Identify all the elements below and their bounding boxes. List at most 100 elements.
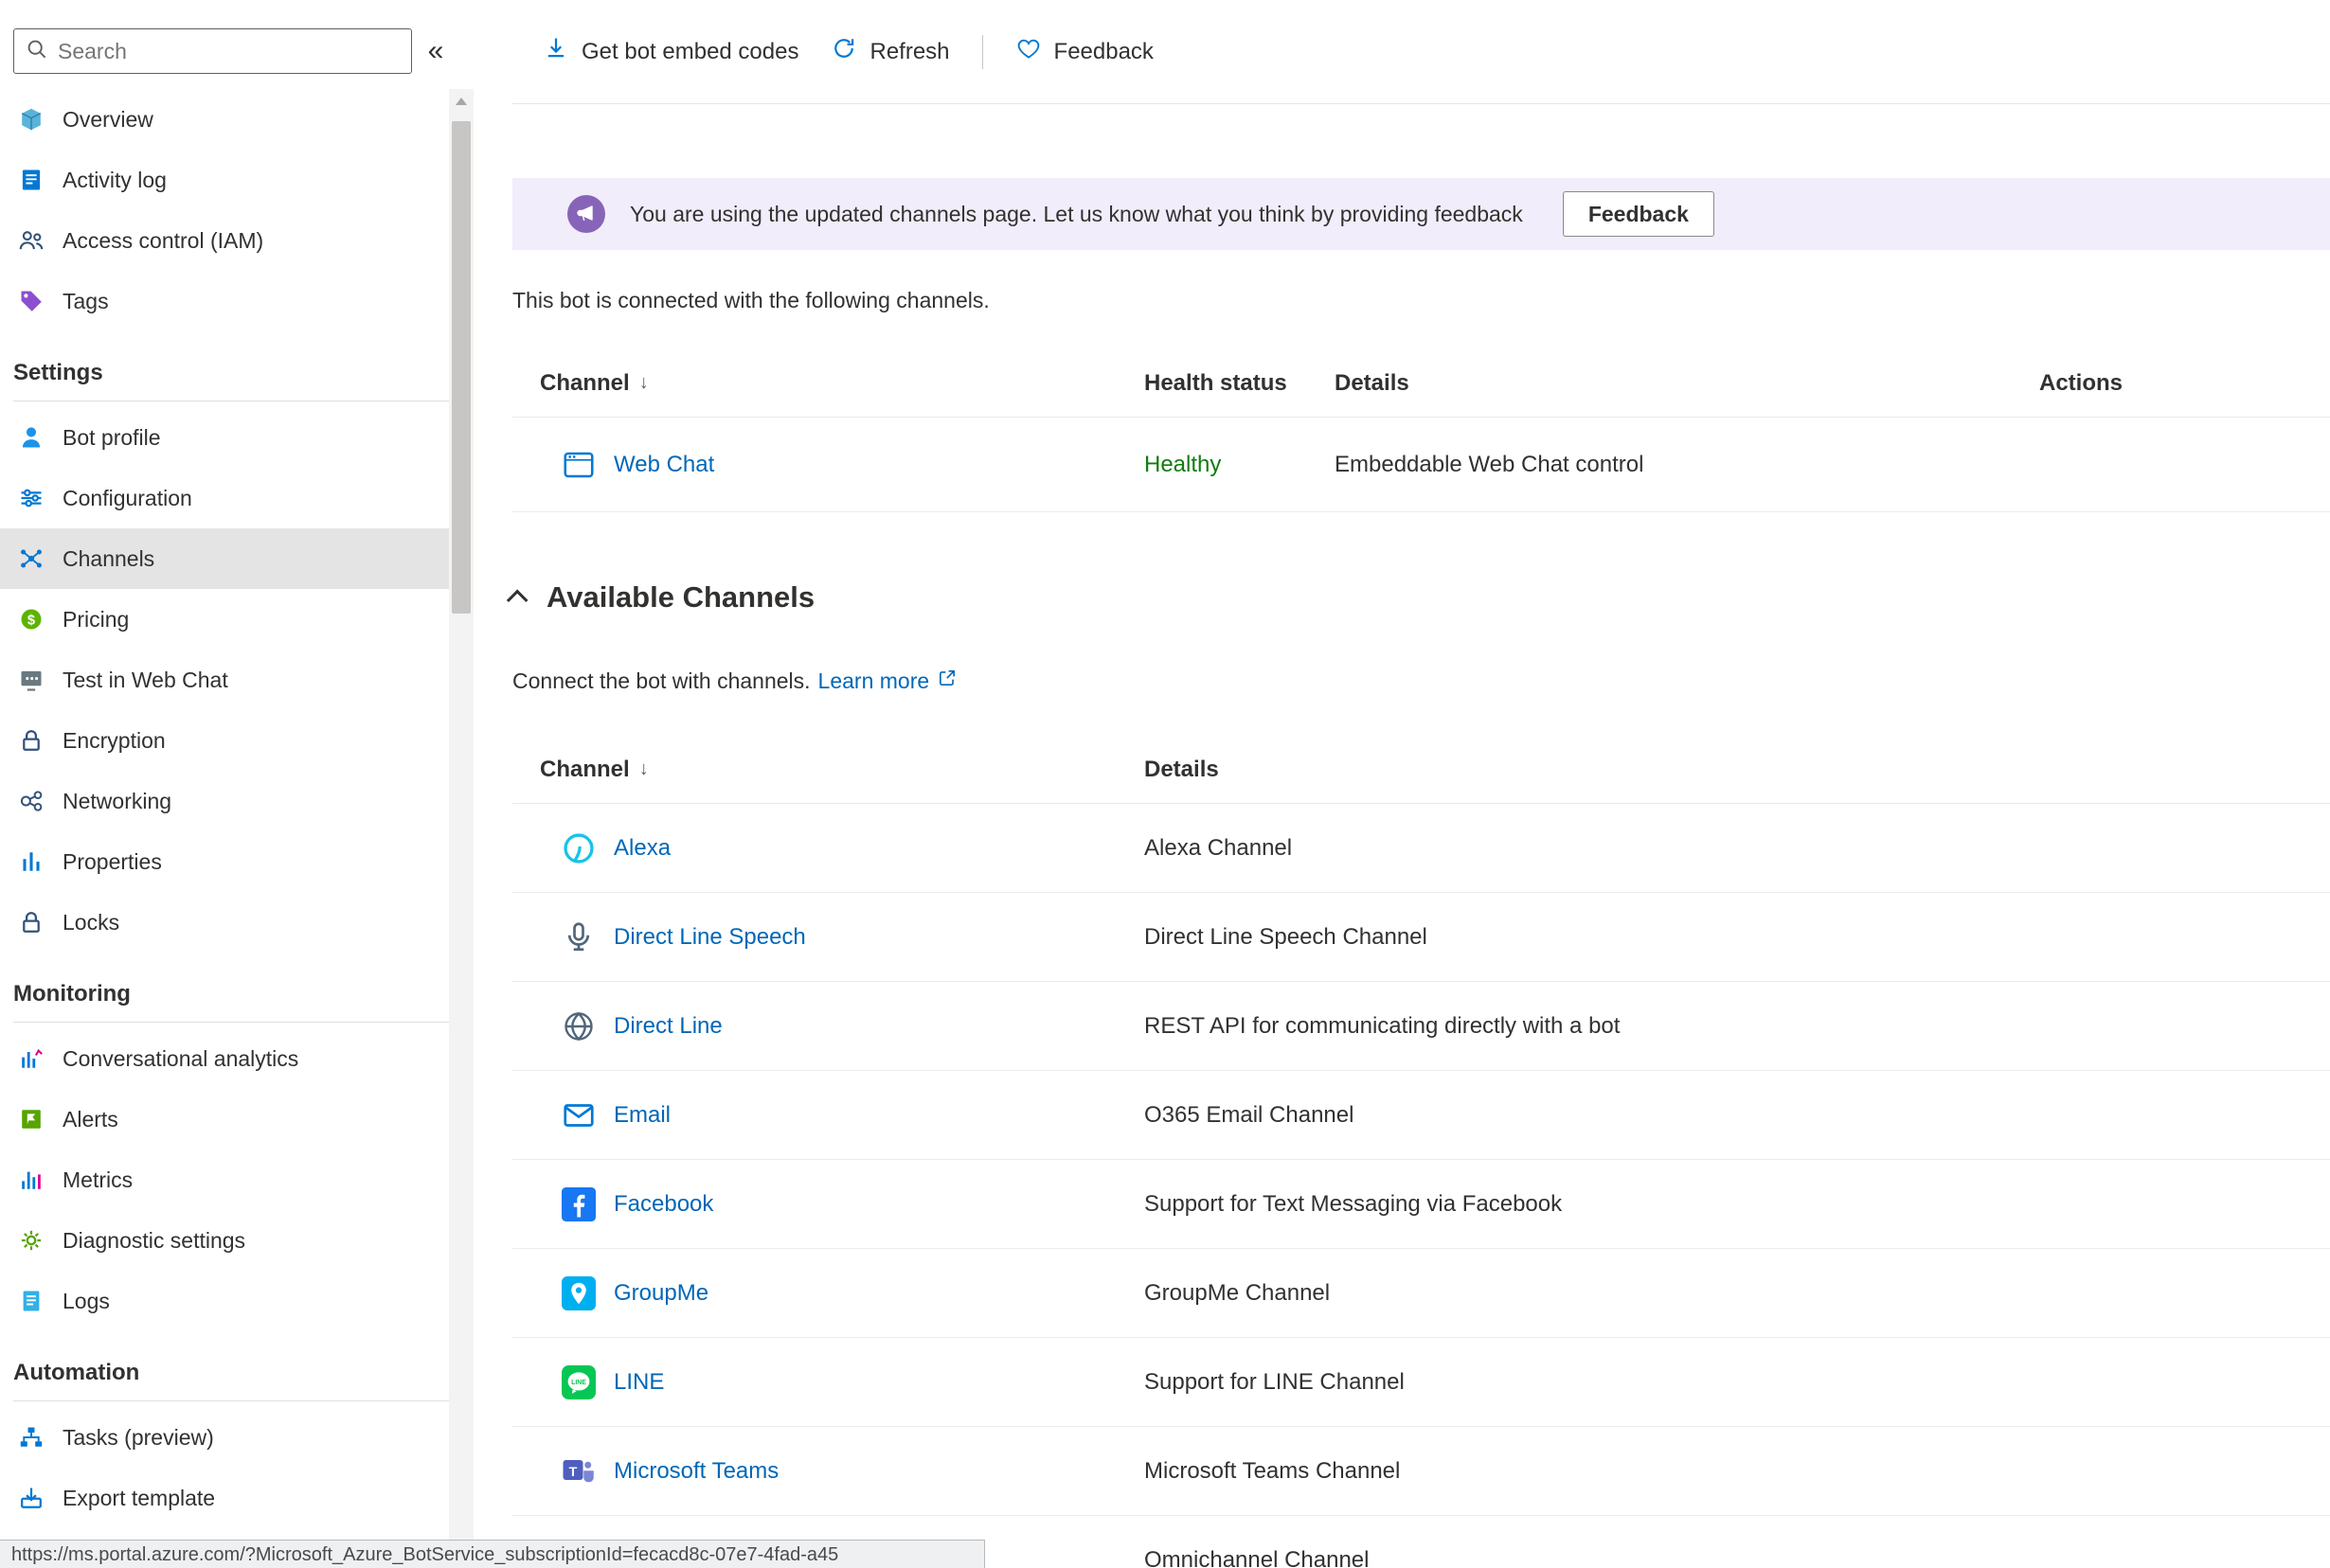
sidebar-item-tasks[interactable]: Tasks (preview) xyxy=(0,1407,451,1468)
connected-channels-table: Channel ↓ Health status Details Actions … xyxy=(512,349,2330,512)
table-row[interactable]: Direct Line REST API for communicating d… xyxy=(512,982,2330,1071)
sidebar-item-activity-log[interactable]: Activity log xyxy=(0,150,451,210)
sidebar-section-automation: Automation xyxy=(13,1360,451,1401)
channel-column-header[interactable]: Channel ↓ xyxy=(512,757,1144,783)
groupme-link[interactable]: GroupMe xyxy=(614,1280,708,1307)
sidebar-item-pricing[interactable]: $ Pricing xyxy=(0,589,451,650)
table-row[interactable]: T Microsoft Teams Microsoft Teams Channe… xyxy=(512,1427,2330,1516)
details-column-header[interactable]: Details xyxy=(1144,757,2330,783)
sidebar-scrollbar[interactable] xyxy=(449,89,474,1568)
activity-log-icon xyxy=(17,166,45,194)
sidebar-item-test-web-chat[interactable]: Test in Web Chat xyxy=(0,650,451,710)
sidebar-item-conversational-analytics[interactable]: Conversational analytics xyxy=(0,1028,451,1089)
table-row[interactable]: Web Chat Healthy Embeddable Web Chat con… xyxy=(512,418,2330,512)
sidebar-item-export-template[interactable]: Export template xyxy=(0,1468,451,1528)
svg-text:$: $ xyxy=(27,613,35,628)
sidebar-item-tags[interactable]: Tags xyxy=(0,271,451,331)
sidebar-item-metrics[interactable]: Metrics xyxy=(0,1149,451,1210)
connected-table-header: Channel ↓ Health status Details Actions xyxy=(512,349,2330,418)
channels-network-icon xyxy=(17,544,45,573)
sidebar-item-label: Pricing xyxy=(63,606,130,632)
table-row[interactable]: Alexa Alexa Channel xyxy=(512,804,2330,893)
sidebar-item-bot-profile[interactable]: Bot profile xyxy=(0,407,451,468)
sidebar-collapse-button[interactable]: « xyxy=(412,35,459,67)
microphone-icon xyxy=(562,920,596,954)
search-input[interactable] xyxy=(58,38,400,64)
web-chat-link[interactable]: Web Chat xyxy=(614,452,714,478)
sidebar-item-access-control[interactable]: Access control (IAM) xyxy=(0,210,451,271)
health-status-column-header[interactable]: Health status xyxy=(1144,370,1335,397)
export-download-icon xyxy=(17,1484,45,1512)
sidebar-item-label: Logs xyxy=(63,1288,110,1313)
email-link[interactable]: Email xyxy=(614,1102,671,1129)
sidebar-item-encryption[interactable]: Encryption xyxy=(0,710,451,771)
available-channels-table: Channel ↓ Details Alexa Alexa Channel Di… xyxy=(512,736,2330,1568)
available-channels-header: Available Channels xyxy=(506,580,2330,615)
channel-details: O365 Email Channel xyxy=(1144,1101,1354,1128)
direct-line-speech-link[interactable]: Direct Line Speech xyxy=(614,924,806,951)
alexa-link[interactable]: Alexa xyxy=(614,835,671,862)
lock-icon xyxy=(17,908,45,936)
chat-window-icon xyxy=(17,666,45,694)
health-status-value: Healthy xyxy=(1144,451,1222,477)
collapse-section-icon[interactable] xyxy=(506,589,529,612)
lock-icon xyxy=(17,726,45,755)
channel-details: Microsoft Teams Channel xyxy=(1144,1457,1401,1484)
table-row[interactable]: LINE LINE Support for LINE Channel xyxy=(512,1338,2330,1427)
alert-flag-icon xyxy=(17,1105,45,1133)
connect-subtitle: Connect the bot with channels. Learn mor… xyxy=(512,668,2330,694)
sidebar-item-configuration[interactable]: Configuration xyxy=(0,468,451,528)
sidebar-item-locks[interactable]: Locks xyxy=(0,892,451,953)
app-root: « Overview Activity log Access control (… xyxy=(0,0,2330,1568)
gear-icon xyxy=(17,1226,45,1255)
refresh-icon xyxy=(831,35,857,68)
line-link[interactable]: LINE xyxy=(614,1369,664,1396)
microsoft-teams-icon: T xyxy=(562,1454,596,1488)
table-row[interactable]: Facebook Support for Text Messaging via … xyxy=(512,1160,2330,1249)
details-column-header[interactable]: Details xyxy=(1335,370,2039,397)
scrollbar-up-arrow[interactable] xyxy=(449,89,474,114)
sidebar-item-label: Bot profile xyxy=(63,424,161,450)
microsoft-teams-link[interactable]: Microsoft Teams xyxy=(614,1458,779,1485)
feedback-button[interactable]: Feedback xyxy=(1006,27,1163,76)
sidebar-item-label: Overview xyxy=(63,106,153,132)
sidebar-item-properties[interactable]: Properties xyxy=(0,831,451,892)
actions-column-header: Actions xyxy=(2039,369,2124,396)
search-box[interactable] xyxy=(13,28,412,74)
sidebar-section-monitoring: Monitoring xyxy=(13,981,451,1023)
download-icon xyxy=(543,35,569,68)
sort-descending-icon: ↓ xyxy=(638,758,649,779)
sidebar-scrollbar-thumb[interactable] xyxy=(452,121,471,614)
sort-descending-icon: ↓ xyxy=(638,372,649,393)
org-chart-icon xyxy=(17,1423,45,1452)
channel-details: Support for Text Messaging via Facebook xyxy=(1144,1190,1563,1217)
person-icon xyxy=(17,423,45,452)
channel-column-header[interactable]: Channel ↓ xyxy=(512,370,1144,397)
sidebar-item-label: Networking xyxy=(63,788,172,813)
metrics-chart-icon xyxy=(17,1166,45,1194)
sidebar-item-overview[interactable]: Overview xyxy=(0,89,451,150)
banner-message: You are using the updated channels page.… xyxy=(630,201,1523,226)
channel-details: Embeddable Web Chat control xyxy=(1335,451,1644,477)
sidebar-item-diagnostic-settings[interactable]: Diagnostic settings xyxy=(0,1210,451,1271)
refresh-button[interactable]: Refresh xyxy=(821,27,959,76)
table-row[interactable]: Email O365 Email Channel xyxy=(512,1071,2330,1160)
learn-more-link[interactable]: Learn more xyxy=(818,668,930,694)
megaphone-icon xyxy=(567,195,605,233)
sidebar-item-label: Test in Web Chat xyxy=(63,667,228,692)
table-row[interactable]: Direct Line Speech Direct Line Speech Ch… xyxy=(512,893,2330,982)
facebook-link[interactable]: Facebook xyxy=(614,1191,713,1218)
direct-line-link[interactable]: Direct Line xyxy=(614,1013,723,1040)
banner-feedback-button[interactable]: Feedback xyxy=(1562,191,1714,237)
get-embed-codes-button[interactable]: Get bot embed codes xyxy=(533,27,808,76)
alexa-icon xyxy=(562,831,596,865)
sidebar-item-channels[interactable]: Channels xyxy=(0,528,451,589)
sidebar-item-networking[interactable]: Networking xyxy=(0,771,451,831)
sidebar-item-logs[interactable]: Logs xyxy=(0,1271,451,1331)
sidebar-search-row: « xyxy=(0,28,475,74)
sidebar-item-alerts[interactable]: Alerts xyxy=(0,1089,451,1149)
sidebar-item-label: Diagnostic settings xyxy=(63,1227,246,1253)
bars-icon xyxy=(17,847,45,876)
table-row[interactable]: GroupMe GroupMe Channel xyxy=(512,1249,2330,1338)
svg-text:T: T xyxy=(569,1464,578,1479)
